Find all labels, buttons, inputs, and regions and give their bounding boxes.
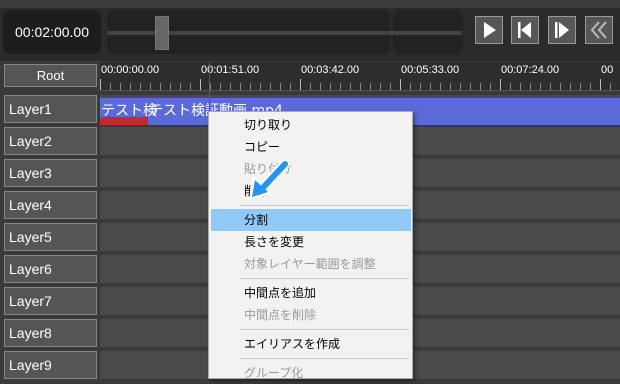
play-button[interactable] — [475, 16, 503, 44]
menu-separator — [239, 329, 409, 330]
ruler-tick — [480, 83, 481, 90]
ruler-tick — [410, 83, 411, 90]
layer-label[interactable]: Layer5 — [4, 223, 97, 251]
ruler-tick — [600, 79, 601, 90]
menu-separator — [239, 278, 409, 279]
ruler-tick — [310, 83, 311, 90]
menu-item-copy[interactable]: コピー — [211, 136, 411, 158]
ruler-tick — [560, 83, 561, 90]
menu-separator — [239, 205, 409, 206]
ruler-tick — [360, 83, 361, 90]
ruler-tick — [260, 83, 261, 90]
ruler-tick — [110, 83, 111, 90]
ruler-tick — [280, 83, 281, 90]
ruler-tick — [100, 79, 101, 90]
ruler-tick — [440, 83, 441, 90]
menu-item-paste: 貼り付け — [244, 162, 293, 176]
menu-item-adjust-layer-range: 対象レイヤー範囲を調整 — [244, 257, 376, 271]
context-menu: 切り取り コピー 貼り付け 削除 分割 長さを変更 対象レイヤー範囲を調整 中間… — [208, 111, 413, 380]
timecode-display: 00:02:00.00 — [3, 10, 101, 54]
menu-item-split[interactable]: 分割 — [211, 209, 411, 231]
layer-label[interactable]: Layer3 — [4, 159, 97, 187]
next-frame-button[interactable] — [548, 16, 576, 44]
ruler-tick — [500, 79, 501, 90]
root-button[interactable]: Root — [4, 64, 97, 87]
rewind-icon — [590, 21, 607, 39]
ruler-tick — [540, 83, 541, 90]
ruler-tick — [530, 83, 531, 90]
ruler-tick — [450, 83, 451, 90]
ruler-tick — [460, 83, 461, 90]
tick-label: 00:00:00.00 — [101, 64, 160, 76]
ruler-tick — [390, 83, 391, 90]
ruler-tick — [370, 83, 371, 90]
ruler-tick — [350, 83, 351, 90]
layer-label[interactable]: Layer4 — [4, 191, 97, 219]
menu-item-cut[interactable]: 切り取り — [211, 114, 411, 136]
layer-label[interactable]: Layer7 — [4, 287, 97, 315]
ruler-tick — [250, 83, 251, 90]
menu-separator — [239, 358, 409, 359]
prev-frame-button[interactable] — [511, 16, 539, 44]
menu-item-create-alias[interactable]: エイリアスを作成 — [211, 333, 411, 355]
ruler-tick — [420, 83, 421, 90]
ruler-tick — [220, 83, 221, 90]
menu-item-change-length[interactable]: 長さを変更 — [211, 231, 411, 253]
ruler-tick — [340, 83, 341, 90]
ruler-tick — [140, 83, 141, 90]
ruler-tick — [470, 83, 471, 90]
ruler-tick — [240, 83, 241, 90]
layer-label[interactable]: Layer8 — [4, 319, 97, 347]
tick-label: 00 — [601, 64, 614, 76]
ruler-tick — [190, 83, 191, 90]
menu-item-add-midpoint[interactable]: 中間点を追加 — [211, 282, 411, 304]
menu-item-delete-midpoint: 中間点を削除 — [244, 308, 317, 322]
ruler-tick — [490, 83, 491, 90]
layer-label[interactable]: Layer6 — [4, 255, 97, 283]
tick-label: 00:07:24.00 — [501, 64, 560, 76]
ruler-tick — [330, 83, 331, 90]
ruler-tick — [550, 83, 551, 90]
annotation-arrow-icon — [249, 160, 290, 200]
ruler-tick — [160, 83, 161, 90]
menu-item-delete[interactable]: 削除 — [211, 180, 411, 202]
ruler-tick — [580, 83, 581, 90]
tick-label: 00:03:42.00 — [301, 64, 360, 76]
ruler-tick — [300, 79, 301, 90]
ruler-tick — [400, 79, 401, 90]
ruler-tick — [590, 83, 591, 90]
ruler-tick — [290, 83, 291, 90]
ruler-tick — [180, 83, 181, 90]
ruler-tick — [430, 83, 431, 90]
tick-label: 00:05:33.00 — [401, 64, 460, 76]
ruler-tick — [210, 83, 211, 90]
ruler-tick — [610, 83, 611, 90]
ruler-tick — [510, 83, 511, 90]
top-shade — [0, 0, 620, 8]
ruler-tick — [150, 83, 151, 90]
ruler-tick — [170, 83, 171, 90]
rewind-button[interactable] — [585, 16, 613, 44]
ruler-tick — [200, 79, 201, 90]
ruler-tick — [320, 83, 321, 90]
layer-label[interactable]: Layer2 — [4, 127, 97, 155]
ruler-tick — [230, 83, 231, 90]
ruler-tick — [570, 83, 571, 90]
ruler-tick — [130, 83, 131, 90]
time-ruler[interactable]: 00:00:00.00 00:01:51.00 00:03:42.00 00:0… — [100, 62, 620, 91]
layer-label[interactable]: Layer1 — [4, 95, 97, 123]
play-icon — [484, 22, 496, 38]
seek-slider-thumb[interactable] — [155, 16, 169, 50]
ruler-tick — [120, 83, 121, 90]
next-frame-icon — [555, 22, 569, 38]
ruler-tick — [270, 83, 271, 90]
layer-label[interactable]: Layer9 — [4, 351, 97, 379]
ruler-tick — [380, 83, 381, 90]
prev-frame-icon — [518, 22, 531, 38]
menu-item-group: グループ化 — [244, 366, 304, 380]
ruler-tick — [520, 83, 521, 90]
